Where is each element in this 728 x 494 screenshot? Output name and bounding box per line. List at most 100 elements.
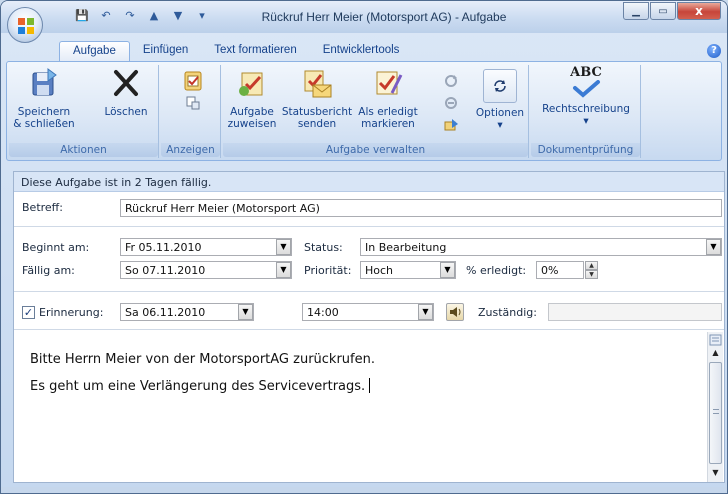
group-anzeigen: Anzeigen — [161, 65, 221, 158]
tab-einfuegen[interactable]: Einfügen — [130, 41, 201, 61]
separator — [14, 291, 724, 292]
spelling-button[interactable]: ABC Rechtschreibung ▾ — [535, 65, 637, 127]
options-icon-frame — [483, 69, 517, 103]
save-label-1: Speichern — [17, 106, 71, 118]
status-field[interactable]: In Bearbeitung — [360, 238, 722, 256]
window-controls: ▁ ▭ x — [623, 2, 721, 20]
group-label-aufgabe-verwalten: Aufgabe verwalten — [223, 143, 528, 157]
tab-aufgabe[interactable]: Aufgabe — [59, 41, 130, 61]
delete-button[interactable]: Löschen — [101, 67, 151, 118]
due-date-field[interactable]: So 07.11.2010 — [120, 261, 292, 279]
reminder-time-field[interactable]: 14:00 — [302, 303, 434, 321]
separator — [14, 329, 724, 330]
maximize-button[interactable]: ▭ — [650, 2, 676, 20]
percent-complete-field[interactable]: 0% — [536, 261, 584, 279]
ruler-toggle-icon[interactable] — [709, 334, 722, 346]
percent-spin-up[interactable]: ▲ — [585, 261, 598, 270]
subject-label: Betreff: — [22, 201, 63, 214]
scroll-down-arrow[interactable]: ▼ — [708, 466, 723, 480]
complete-label-1: Als erledigt — [358, 106, 418, 118]
skip-occurrence-icon[interactable] — [443, 95, 459, 111]
percent-complete-label: % erledigt: — [466, 264, 527, 277]
reminder-sound-button[interactable] — [446, 303, 464, 321]
speaker-icon — [450, 307, 461, 317]
percent-spin-down[interactable]: ▼ — [585, 270, 598, 279]
priority-dropdown[interactable]: ▼ — [440, 262, 455, 278]
body-line-1: Bitte Herrn Meier von der MotorsportAG z… — [30, 352, 375, 367]
text-caret — [369, 378, 371, 393]
status-dropdown[interactable]: ▼ — [706, 239, 721, 255]
thumb-grip — [713, 409, 719, 414]
send-status-report-button[interactable]: Statusbericht senden — [281, 67, 353, 130]
close-button[interactable]: x — [677, 2, 721, 20]
help-icon[interactable]: ? — [707, 44, 721, 58]
task-view-icon[interactable] — [183, 71, 203, 91]
body-line-2-text: Es geht um eine Verlängerung des Service… — [30, 379, 366, 394]
subject-field[interactable]: Rückruf Herr Meier (Motorsport AG) — [120, 199, 722, 217]
save-and-close-button[interactable]: Speichern & schließen — [13, 67, 75, 130]
owner-field — [548, 303, 722, 321]
scroll-thumb[interactable] — [709, 362, 722, 464]
reminder-date-field[interactable]: Sa 06.11.2010 — [120, 303, 254, 321]
status-report-icon — [304, 70, 332, 98]
spelling-icon: ABC — [569, 65, 603, 99]
delete-icon — [114, 70, 138, 96]
spelling-dropdown-arrow: ▾ — [583, 115, 589, 127]
window-bottom-edge — [1, 487, 727, 493]
body-scrollbar[interactable]: ▲ ▼ — [707, 332, 723, 482]
tab-entwicklertools[interactable]: Entwicklertools — [310, 41, 413, 61]
options-dropdown-arrow: ▾ — [497, 119, 503, 131]
tab-text-formatieren[interactable]: Text formatieren — [201, 41, 309, 61]
minimize-button[interactable]: ▁ — [623, 2, 649, 20]
group-label-aktionen: Aktionen — [9, 143, 158, 157]
office-logo-icon — [18, 18, 34, 34]
reminder-time-dropdown[interactable]: ▼ — [418, 304, 433, 320]
status-label: Status: — [304, 241, 343, 254]
assign-label-1: Aufgabe — [230, 106, 274, 118]
office-button[interactable] — [7, 7, 43, 43]
body-line-2: Es geht um eine Verlängerung des Service… — [30, 378, 371, 394]
forward-icon[interactable] — [443, 117, 459, 133]
details-view-icon[interactable] — [185, 95, 201, 111]
ribbon: Speichern & schließen Löschen Aktionen A… — [6, 61, 722, 161]
report-label-1: Statusbericht — [281, 106, 353, 118]
task-window: 💾 ↶ ↷ ▲ ▼ ▾ Rückruf Herr Meier (Motorspo… — [0, 0, 728, 494]
scroll-up-arrow[interactable]: ▲ — [708, 346, 723, 360]
mark-complete-button[interactable]: Als erledigt markieren — [355, 67, 421, 130]
title-bar: 💾 ↶ ↷ ▲ ▼ ▾ Rückruf Herr Meier (Motorspo… — [1, 1, 727, 33]
assign-label-2: zuweisen — [227, 118, 277, 130]
delete-label: Löschen — [104, 106, 148, 118]
start-date-field[interactable]: Fr 05.11.2010 — [120, 238, 292, 256]
window-title: Rückruf Herr Meier (Motorsport AG) - Auf… — [261, 10, 507, 24]
complete-label-2: markieren — [361, 118, 415, 130]
group-label-anzeigen: Anzeigen — [161, 143, 220, 157]
ribbon-tabs: Aufgabe Einfügen Text formatieren Entwic… — [59, 41, 412, 61]
assign-task-button[interactable]: Aufgabe zuweisen — [225, 67, 279, 130]
owner-label: Zuständig: — [478, 306, 537, 319]
reminder-date-dropdown[interactable]: ▼ — [238, 304, 253, 320]
due-date-label: Fällig am: — [22, 264, 75, 277]
group-aufgabe-verwalten: Aufgabe zuweisen Statusbericht senden Al… — [223, 65, 529, 158]
separator — [14, 226, 724, 227]
group-label-dokumentpruefung: Dokumentprüfung — [531, 143, 640, 157]
check-icon — [573, 80, 600, 98]
refresh-icon — [494, 80, 506, 92]
save-close-icon — [32, 68, 57, 96]
group-aktionen: Speichern & schließen Löschen Aktionen — [9, 65, 159, 158]
task-body[interactable]: Bitte Herrn Meier von der MotorsportAG z… — [14, 332, 710, 482]
due-date-dropdown[interactable]: ▼ — [276, 262, 291, 278]
reminder-checkbox[interactable]: ✓ — [22, 306, 35, 319]
assign-task-icon — [239, 72, 263, 96]
task-form: Diese Aufgabe ist in 2 Tagen fällig. Bet… — [13, 171, 725, 483]
due-notice: Diese Aufgabe ist in 2 Tagen fällig. — [14, 172, 724, 192]
spelling-label: Rechtschreibung — [542, 103, 630, 115]
priority-label: Priorität: — [304, 264, 352, 277]
options-button[interactable]: Optionen ▾ — [475, 69, 525, 131]
reminder-label: Erinnerung: — [39, 306, 104, 319]
abc-icon-text: ABC — [570, 65, 602, 80]
report-label-2: senden — [297, 118, 337, 130]
start-date-dropdown[interactable]: ▼ — [276, 239, 291, 255]
recurrence-icon[interactable] — [443, 73, 459, 89]
options-label: Optionen — [475, 107, 525, 119]
mark-complete-icon — [376, 71, 403, 95]
